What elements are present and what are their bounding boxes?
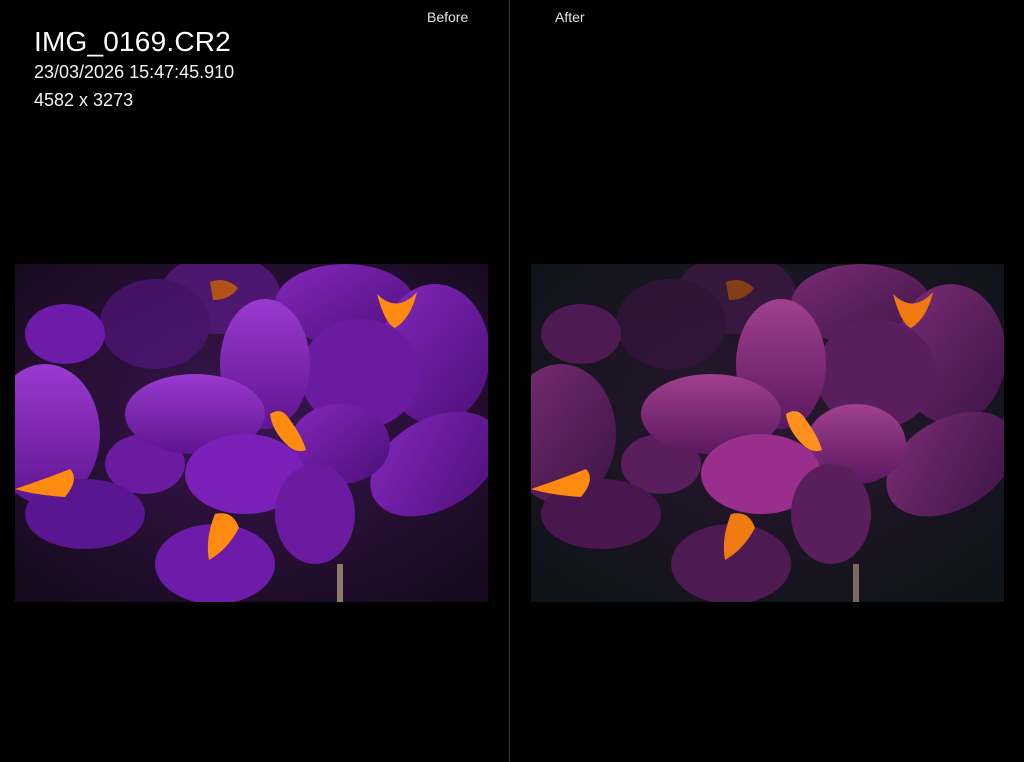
- file-datetime: 23/03/2026 15:47:45.910: [34, 62, 235, 82]
- file-dimensions: 4582 x 3273: [34, 90, 134, 110]
- compare-divider[interactable]: [509, 0, 510, 762]
- after-label: After: [555, 9, 585, 25]
- before-label: Before: [427, 9, 469, 25]
- after-photo-image: [531, 264, 1004, 602]
- before-photo-image: [15, 264, 488, 602]
- after-photo[interactable]: [531, 264, 1004, 602]
- file-info: IMG_0169.CR2 23/03/2026 15:47:45.910 458…: [34, 26, 234, 114]
- before-photo[interactable]: [15, 264, 488, 602]
- file-name: IMG_0169.CR2: [34, 26, 231, 57]
